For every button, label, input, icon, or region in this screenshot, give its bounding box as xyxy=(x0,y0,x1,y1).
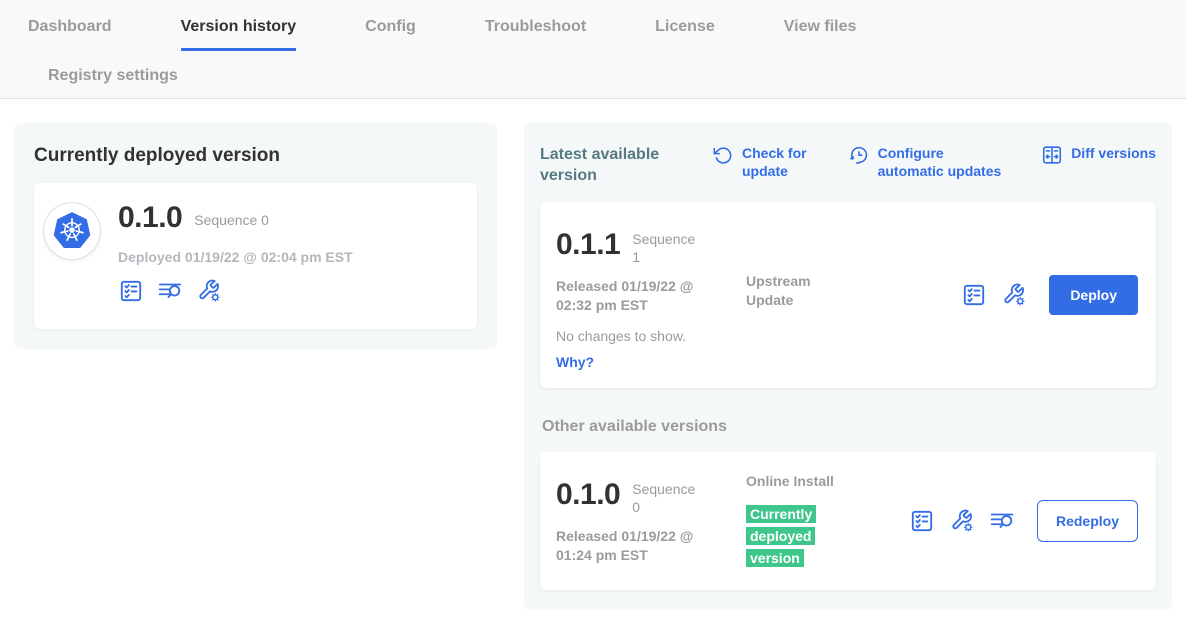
main-content: Currently deployed version xyxy=(0,99,1186,610)
tab-dashboard[interactable]: Dashboard xyxy=(28,17,112,51)
deployed-version-card: 0.1.0 Sequence 0 Deployed 01/19/22 @ 02:… xyxy=(34,183,477,329)
diff-icon xyxy=(1041,144,1063,166)
lines-magnifier-icon[interactable] xyxy=(989,508,1015,534)
currently-deployed-panel: Currently deployed version xyxy=(14,123,497,349)
secondary-tabs: Registry settings xyxy=(0,51,1186,98)
top-navigation: Dashboard Version history Config Trouble… xyxy=(0,0,1186,99)
check-for-update-label: Check for update xyxy=(742,144,818,180)
deployed-version-details: 0.1.0 Sequence 0 Deployed 01/19/22 @ 02:… xyxy=(118,197,353,311)
other-version-details: 0.1.0 Sequence 0 Released 01/19/22 @ 01:… xyxy=(556,470,746,572)
configure-automatic-updates-label: Configure automatic updates xyxy=(878,144,1012,180)
deployed-card-actions xyxy=(118,278,353,304)
check-for-update-link[interactable]: Check for update xyxy=(712,144,818,180)
redeploy-button[interactable]: Redeploy xyxy=(1037,500,1138,542)
other-version-card: 0.1.0 Sequence 0 Released 01/19/22 @ 01:… xyxy=(540,452,1156,590)
tab-view-files[interactable]: View files xyxy=(784,17,857,51)
wrench-gear-icon[interactable] xyxy=(196,278,222,304)
latest-version-title: Latest available version xyxy=(540,144,690,186)
other-available-versions-title: Other available versions xyxy=(542,418,1156,436)
latest-version-header: Latest available version Check for updat… xyxy=(540,141,1156,186)
latest-card-actions: Deploy xyxy=(961,275,1138,315)
configure-automatic-updates-link[interactable]: Configure automatic updates xyxy=(848,144,1012,180)
deployed-version-number: 0.1.0 xyxy=(118,201,182,235)
no-changes-note: No changes to show. xyxy=(556,328,746,344)
other-source-label: Online Install xyxy=(746,472,842,491)
tab-troubleshoot[interactable]: Troubleshoot xyxy=(485,17,586,51)
latest-source-label: Upstream Update xyxy=(746,272,842,370)
deployed-sequence-label: Sequence 0 xyxy=(194,212,269,228)
wrench-gear-icon[interactable] xyxy=(1001,282,1027,308)
other-sequence-label: Sequence 0 xyxy=(632,480,696,516)
why-link[interactable]: Why? xyxy=(556,354,598,370)
checklist-icon[interactable] xyxy=(961,282,987,308)
latest-sequence-label: Sequence 1 xyxy=(632,230,696,266)
other-version-number: 0.1.0 xyxy=(556,478,620,512)
available-versions-panel: Latest available version Check for updat… xyxy=(524,123,1172,610)
tab-registry-settings[interactable]: Registry settings xyxy=(48,66,178,85)
latest-version-card: 0.1.1 Sequence 1 Released 01/19/22 @ 02:… xyxy=(540,202,1156,388)
header-actions: Check for update Configure automatic upd… xyxy=(712,144,1156,180)
tab-license[interactable]: License xyxy=(655,17,715,51)
tab-version-history[interactable]: Version history xyxy=(181,17,297,51)
diff-versions-link[interactable]: Diff versions xyxy=(1041,144,1156,180)
deploy-button[interactable]: Deploy xyxy=(1049,275,1138,315)
refresh-ccw-icon xyxy=(712,144,734,166)
auto-update-clock-icon xyxy=(848,144,870,166)
currently-deployed-badge-wrap: Currently deployed version xyxy=(746,503,822,569)
latest-released-timestamp: Released 01/19/22 @ 02:32 pm EST xyxy=(556,277,708,315)
latest-version-details: 0.1.1 Sequence 1 Released 01/19/22 @ 02:… xyxy=(556,220,746,370)
lines-magnifier-icon[interactable] xyxy=(157,278,183,304)
diff-versions-label: Diff versions xyxy=(1071,144,1156,180)
kubernetes-logo xyxy=(44,203,100,259)
other-released-timestamp: Released 01/19/22 @ 01:24 pm EST xyxy=(556,527,708,565)
primary-tabs: Dashboard Version history Config Trouble… xyxy=(0,17,1186,51)
wrench-gear-icon[interactable] xyxy=(949,508,975,534)
other-card-actions: Redeploy xyxy=(909,500,1138,542)
deployed-timestamp: Deployed 01/19/22 @ 02:04 pm EST xyxy=(118,249,353,265)
checklist-icon[interactable] xyxy=(909,508,935,534)
latest-version-number: 0.1.1 xyxy=(556,228,620,262)
currently-deployed-title: Currently deployed version xyxy=(34,145,477,167)
other-source-column: Online Install Currently deployed versio… xyxy=(746,472,842,572)
tab-config[interactable]: Config xyxy=(365,17,416,51)
checklist-icon[interactable] xyxy=(118,278,144,304)
currently-deployed-badge: Currently deployed version xyxy=(746,505,816,567)
